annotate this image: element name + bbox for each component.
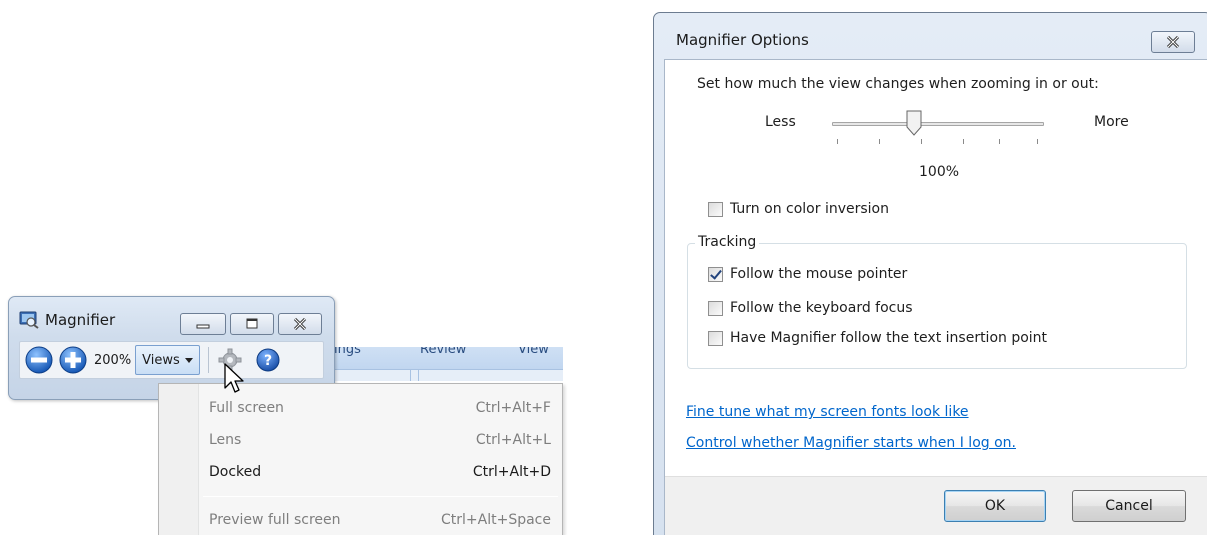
menu-item-label: Preview full screen: [209, 512, 341, 528]
color-inversion-label: Turn on color inversion: [730, 201, 889, 217]
menu-item-shortcut: Ctrl+Alt+F: [475, 400, 551, 416]
menu-item-preview-full-screen[interactable]: Preview full screen Ctrl+Alt+Space: [200, 504, 560, 535]
fine-tune-fonts-link[interactable]: Fine tune what my screen fonts look like: [686, 404, 969, 420]
ribbon-tab-view: View: [518, 347, 549, 357]
maximize-icon: [246, 318, 258, 329]
magnifier-toolbar: 200% Views ?: [19, 341, 324, 379]
slider-max-label: More: [1094, 114, 1129, 130]
svg-text:?: ?: [264, 353, 272, 369]
follow-text-insertion-label: Have Magnifier follow the text insertion…: [730, 330, 1048, 346]
menu-item-label: Lens: [209, 432, 242, 448]
dialog-title: Magnifier Options: [676, 31, 809, 49]
ribbon-tab-partial: ings: [334, 347, 361, 357]
zoom-level: 200%: [94, 352, 132, 368]
follow-keyboard-label: Follow the keyboard focus: [730, 300, 913, 316]
magnifier-logon-link[interactable]: Control whether Magnifier starts when I …: [686, 435, 1016, 451]
menu-item-label: Docked: [209, 464, 262, 480]
slider-value-label: 100%: [919, 164, 960, 180]
minimize-icon: [196, 324, 210, 329]
follow-mouse-checkbox[interactable]: [708, 266, 723, 282]
dialog-client-area: Set how much the view changes when zoomi…: [664, 59, 1207, 535]
follow-mouse-label: Follow the mouse pointer: [730, 266, 908, 282]
views-dropdown-menu: Full screen Ctrl+Alt+F Lens Ctrl+Alt+L D…: [158, 383, 563, 535]
magnifier-titlebar: Magnifier: [19, 311, 115, 329]
ribbon-tab-review: Review: [420, 347, 467, 357]
toolbar-separator: [207, 347, 209, 373]
close-icon: [1166, 36, 1180, 48]
follow-keyboard-checkbox[interactable]: [708, 300, 723, 316]
menu-item-lens[interactable]: Lens Ctrl+Alt+L: [200, 424, 560, 456]
close-icon: [293, 318, 307, 330]
caption-buttons: [180, 313, 322, 335]
mouse-cursor-icon: [224, 363, 244, 393]
dialog-close-button[interactable]: [1151, 31, 1195, 53]
ok-button[interactable]: OK: [944, 490, 1046, 522]
help-icon[interactable]: ?: [255, 347, 281, 373]
menu-item-shortcut: Ctrl+Alt+D: [472, 464, 551, 480]
menu-item-label: Full screen: [209, 400, 284, 416]
zoom-in-icon[interactable]: [58, 345, 88, 375]
follow-text-insertion-option[interactable]: Have Magnifier follow the text insertion…: [708, 330, 1047, 346]
views-button[interactable]: Views: [135, 345, 200, 375]
menu-item-shortcut: Ctrl+Alt+Space: [441, 512, 551, 528]
menu-separator: [203, 496, 558, 497]
maximize-button[interactable]: [230, 313, 274, 335]
menu-item-docked[interactable]: Docked Ctrl+Alt+D: [200, 456, 560, 488]
views-label: Views: [142, 352, 180, 368]
background-ribbon: ings Review View: [320, 347, 563, 381]
zoom-out-icon[interactable]: [24, 345, 54, 375]
menu-item-shortcut: Ctrl+Alt+L: [475, 432, 551, 448]
magnifier-options-dialog: Magnifier Options Set how much the view …: [653, 12, 1207, 535]
color-inversion-checkbox[interactable]: [708, 201, 723, 217]
zoom-step-slider-thumb[interactable]: [906, 110, 922, 136]
slider-min-label: Less: [765, 114, 796, 130]
zoom-step-slider-track[interactable]: [832, 122, 1044, 126]
cancel-button[interactable]: Cancel: [1072, 490, 1186, 522]
menu-item-full-screen[interactable]: Full screen Ctrl+Alt+F: [200, 392, 560, 424]
minimize-button[interactable]: [180, 313, 226, 335]
tracking-legend: Tracking: [695, 234, 760, 250]
follow-keyboard-option[interactable]: Follow the keyboard focus: [708, 300, 913, 316]
zoom-change-prompt: Set how much the view changes when zoomi…: [697, 76, 1099, 92]
close-button[interactable]: [278, 313, 322, 335]
ribbon-strip: [320, 369, 563, 381]
chevron-down-icon: [184, 357, 193, 363]
follow-mouse-option[interactable]: Follow the mouse pointer: [708, 266, 907, 282]
color-inversion-option[interactable]: Turn on color inversion: [708, 201, 889, 217]
follow-text-insertion-checkbox[interactable]: [708, 330, 723, 346]
magnifier-title: Magnifier: [45, 311, 116, 329]
magnifier-app-icon: [19, 311, 39, 329]
menu-gutter: [159, 384, 199, 535]
